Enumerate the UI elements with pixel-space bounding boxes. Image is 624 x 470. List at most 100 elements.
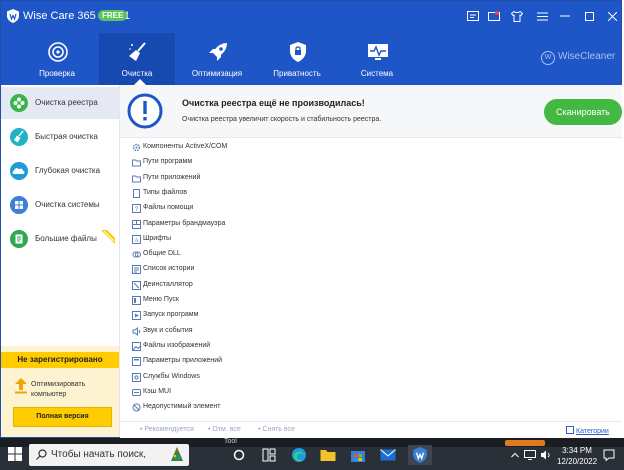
search-highlight-icon	[171, 447, 183, 461]
dll-icon	[132, 251, 141, 258]
nav-label: Проверка	[39, 69, 75, 78]
main-panel: Очистка реестра ещё не производилась! Оч…	[120, 85, 622, 438]
sidebar-item-label: Большие файлы	[35, 234, 97, 243]
full-version-button[interactable]: Полная версия	[13, 407, 112, 427]
uninstall-icon	[132, 280, 141, 290]
sidebar-item-label: Очистка системы	[35, 200, 100, 209]
search-icon	[36, 449, 47, 460]
folder-icon	[132, 159, 141, 167]
warning-icon	[127, 93, 163, 129]
list-item[interactable]: Службы Windows	[130, 371, 430, 385]
maximize-icon[interactable]	[581, 8, 597, 24]
nav-label: Приватность	[273, 69, 321, 78]
brand-name: WiseCleaner	[558, 51, 616, 62]
font-icon: A	[132, 234, 141, 244]
network-icon[interactable]	[524, 445, 536, 465]
edit-icon	[566, 426, 574, 434]
file-icon	[10, 230, 28, 248]
target-icon	[48, 42, 68, 62]
sidebar-item-label: Глубокая очистка	[35, 166, 101, 175]
image-icon	[132, 341, 141, 351]
broom-icon	[129, 42, 146, 61]
register-title: Не зарегистрировано	[1, 352, 119, 368]
list-item[interactable]: Запуск программ	[130, 309, 430, 323]
minimize-icon[interactable]	[557, 8, 573, 24]
explorer-icon[interactable]	[318, 445, 338, 465]
sidebar-item-registry[interactable]: Очистка реестра	[1, 87, 119, 119]
status-header: Очистка реестра ещё не производилась! Оч…	[120, 85, 622, 138]
message-icon[interactable]	[465, 8, 481, 24]
background-window-text: Tool	[224, 438, 237, 445]
status-subtitle: Очистка реестра увеличит скорость и стаб…	[182, 116, 382, 123]
nav-label: Система	[360, 69, 394, 78]
sidebar-item-quick-clean[interactable]: Быстрая очистка	[1, 121, 119, 153]
list-item[interactable]: Общие DLL	[130, 248, 430, 262]
list-item[interactable]: A Шрифты	[130, 233, 430, 247]
volume-icon[interactable]	[540, 445, 552, 465]
list-item[interactable]: Параметры брандмауэра	[130, 218, 430, 232]
nav-tab-clean[interactable]: Очистка	[99, 33, 175, 85]
list-footer: • Рекомендуется • Отм. все • Снять все К…	[120, 421, 622, 438]
sound-icon	[132, 326, 141, 336]
services-icon	[132, 372, 141, 382]
startup-icon	[132, 311, 141, 321]
list-item[interactable]: Файлы изображений	[130, 340, 430, 354]
tray-chevron-icon[interactable]	[509, 445, 521, 465]
nav-tab-system[interactable]: Система	[339, 33, 415, 85]
start-menu-icon	[132, 296, 141, 305]
deselect-all-link[interactable]: • Снять все	[258, 426, 295, 433]
app-settings-icon	[132, 357, 141, 367]
main-nav: Проверка Очистка Оптимизация Приватность…	[1, 33, 621, 85]
app-logo-icon	[7, 9, 19, 23]
edge-icon[interactable]	[289, 445, 309, 465]
categories-link[interactable]: Категории	[566, 426, 609, 435]
list-item[interactable]: Параметры приложений	[130, 355, 430, 369]
wisecare-icon[interactable]	[408, 445, 432, 465]
sidebar-item-system-clean[interactable]: Очистка системы	[1, 189, 119, 221]
taskbar-clock[interactable]: 3:34 PM 12/20/2022	[557, 445, 597, 467]
invalid-icon	[132, 403, 141, 412]
store-icon[interactable]	[348, 445, 368, 465]
menu-icon[interactable]	[534, 8, 550, 24]
list-item[interactable]: Звук и события	[130, 325, 430, 339]
list-item[interactable]: Меню Пуск	[130, 294, 430, 308]
recommended-link[interactable]: • Рекомендуется	[140, 426, 194, 433]
windows-start-icon[interactable]	[6, 445, 24, 463]
firewall-icon	[132, 219, 141, 229]
sidebar-item-deep-clean[interactable]: Глубокая очистка	[1, 155, 119, 187]
cloud-icon	[10, 162, 28, 180]
list-item[interactable]: Кэш MUI	[130, 386, 430, 400]
help-icon: ?	[132, 204, 141, 214]
free-badge: FREE	[98, 10, 128, 21]
list-item[interactable]: Типы файлов	[130, 187, 430, 201]
gear-icon	[132, 143, 141, 152]
wallet-icon[interactable]	[486, 8, 502, 24]
upload-arrow-icon	[15, 378, 27, 394]
list-item[interactable]: Компоненты ActiveX/COM	[130, 141, 430, 155]
register-text: Оптимизировать компьютер	[31, 381, 86, 398]
nav-tab-optimize[interactable]: Оптимизация	[179, 33, 255, 85]
brand-logo: W WiseCleaner	[541, 51, 615, 65]
close-icon[interactable]	[604, 8, 620, 24]
registry-icon	[10, 94, 28, 112]
windows-icon	[10, 196, 28, 214]
list-item[interactable]: Пути программ	[130, 156, 430, 170]
list-item[interactable]: Пути приложений	[130, 172, 430, 186]
select-all-link[interactable]: • Отм. все	[208, 426, 241, 433]
search-placeholder: Чтобы начать поиск,	[51, 449, 147, 460]
scan-button[interactable]: Сканировать	[544, 99, 622, 125]
clock-date: 12/20/2022	[557, 457, 598, 466]
list-item[interactable]: Недопустимый элемент	[130, 401, 430, 415]
task-view-icon[interactable]	[229, 445, 249, 465]
nav-tab-check[interactable]: Проверка	[19, 33, 95, 85]
taskbar-search-box[interactable]: Чтобы начать поиск,	[29, 444, 189, 466]
nav-tab-privacy[interactable]: Приватность	[259, 33, 335, 85]
list-item[interactable]: Деинсталлятор	[130, 279, 430, 293]
widgets-icon[interactable]	[259, 445, 279, 465]
tshirt-icon[interactable]	[509, 8, 525, 24]
file-icon	[133, 188, 140, 198]
list-item[interactable]: Список истории	[130, 263, 430, 277]
notifications-icon[interactable]	[601, 445, 617, 465]
list-item[interactable]: ? Файлы помощи	[130, 202, 430, 216]
mail-icon[interactable]	[378, 445, 398, 465]
